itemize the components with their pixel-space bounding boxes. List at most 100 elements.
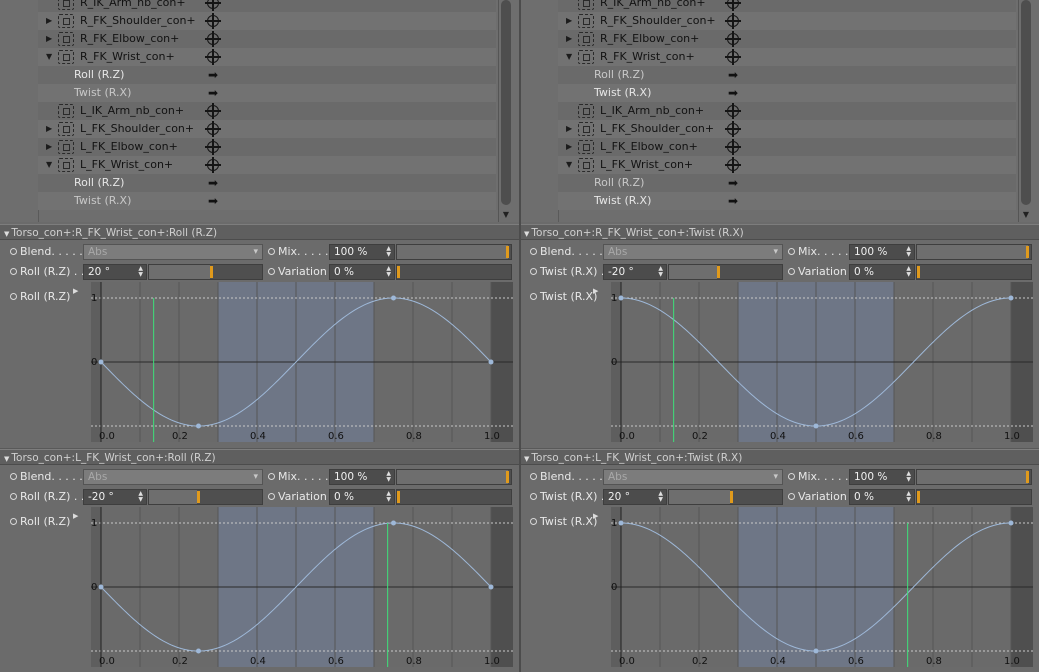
variation-slider[interactable] (396, 264, 512, 280)
tree-object-row[interactable]: ▼ R_FK_Wrist_con+ (558, 48, 1016, 66)
arrow-right-icon[interactable]: ➡ (728, 192, 738, 210)
tree-param-row[interactable]: Twist (R.X) ➡ (38, 192, 496, 210)
keyframe-dot-icon[interactable] (788, 248, 795, 255)
variation-slider[interactable] (916, 264, 1032, 280)
tree-object-row[interactable]: ▶ R_FK_Shoulder_con+ (38, 12, 496, 30)
param-value-field[interactable]: -20 ° ▲ ▼ (83, 489, 147, 505)
curve-graph[interactable]: 0.0 0.2 0.4 0.6 0.8 1.0 1 0 (611, 507, 1033, 667)
target-icon[interactable] (205, 157, 221, 173)
tree-object-row[interactable]: ▶ R_FK_Elbow_con+ (38, 30, 496, 48)
keyframe-dot-icon[interactable] (530, 493, 537, 500)
target-icon[interactable] (205, 49, 221, 65)
curve-graph[interactable]: 0.0 0.2 0.4 0.6 0.8 1.0 1 0 (91, 282, 513, 442)
slider-knob[interactable] (917, 266, 920, 278)
param-slider[interactable] (668, 489, 783, 505)
tree-param-row[interactable]: Twist (R.X) ➡ (558, 84, 1016, 102)
tree-object-row[interactable]: ▶ L_FK_Elbow_con+ (558, 138, 1016, 156)
tree-object-row[interactable]: ▶ R_FK_Elbow_con+ (558, 30, 1016, 48)
slider-knob[interactable] (506, 246, 509, 258)
curve-graph[interactable]: 0.0 0.2 0.4 0.6 0.8 1.0 1 0 (611, 282, 1033, 442)
scrollbar-right[interactable]: ▼ (1018, 0, 1032, 222)
tree-object-row[interactable]: R_IK_Arm_nb_con+ (558, 0, 1016, 12)
tree-object-row[interactable]: L_IK_Arm_nb_con+ (38, 102, 496, 120)
param-value-field[interactable]: 20 ° ▲ ▼ (603, 489, 667, 505)
scroll-thumb[interactable] (501, 0, 511, 205)
target-icon[interactable] (205, 139, 221, 155)
expand-arrow-icon[interactable]: ▶ (73, 512, 78, 520)
spinner-arrows-icon[interactable]: ▲ ▼ (906, 491, 911, 503)
param-value-field[interactable]: -20 ° ▲ ▼ (603, 264, 667, 280)
target-icon[interactable] (205, 0, 221, 11)
expand-arrow-icon[interactable]: ▶ (566, 12, 576, 30)
panel-header[interactable]: ▼ Torso_con+:L_FK_Wrist_con+:Roll (R.Z) (0, 449, 519, 465)
tree-object-row[interactable]: ▶ L_FK_Shoulder_con+ (558, 120, 1016, 138)
spinner-arrows-icon[interactable]: ▲ ▼ (658, 266, 663, 278)
keyframe-dot-icon[interactable] (530, 293, 537, 300)
keyframe-dot-icon[interactable] (10, 248, 17, 255)
expand-arrow-icon[interactable]: ▶ (566, 120, 576, 138)
param-slider[interactable] (148, 264, 263, 280)
slider-knob[interactable] (716, 266, 720, 278)
expand-arrow-icon[interactable]: ▶ (46, 30, 56, 48)
target-icon[interactable] (725, 121, 741, 137)
variation-field[interactable]: 0 % ▲ ▼ (849, 264, 915, 280)
variation-field[interactable]: 0 % ▲ ▼ (849, 489, 915, 505)
tree-object-row[interactable]: ▶ L_FK_Shoulder_con+ (38, 120, 496, 138)
expand-arrow-icon[interactable]: ▶ (46, 138, 56, 156)
arrow-right-icon[interactable]: ➡ (728, 174, 738, 192)
mix-slider[interactable] (396, 244, 512, 260)
collapse-arrow-icon[interactable]: ▼ (46, 48, 56, 66)
arrow-right-icon[interactable]: ➡ (208, 84, 218, 102)
param-value-field[interactable]: 20 ° ▲ ▼ (83, 264, 147, 280)
tree-object-row[interactable]: ▶ L_FK_Elbow_con+ (38, 138, 496, 156)
keyframe-dot-icon[interactable] (530, 248, 537, 255)
tree-param-row[interactable]: Twist (R.X) ➡ (38, 84, 496, 102)
mix-slider[interactable] (916, 469, 1032, 485)
expand-arrow-icon[interactable]: ▶ (46, 120, 56, 138)
keyframe-dot-icon[interactable] (10, 493, 17, 500)
collapse-arrow-icon[interactable]: ▼ (524, 230, 529, 238)
panel-header[interactable]: ▼ Torso_con+:L_FK_Wrist_con+:Twist (R.X) (520, 449, 1039, 465)
slider-knob[interactable] (917, 491, 920, 503)
keyframe-dot-icon[interactable] (10, 268, 17, 275)
arrow-right-icon[interactable]: ➡ (728, 66, 738, 84)
mix-field[interactable]: 100 % ▲ ▼ (849, 469, 915, 485)
target-icon[interactable] (725, 31, 741, 47)
blend-dropdown[interactable]: Abs (603, 244, 783, 260)
keyframe-dot-icon[interactable] (530, 473, 537, 480)
collapse-arrow-icon[interactable]: ▼ (4, 230, 9, 238)
spinner-arrows-icon[interactable]: ▲ ▼ (906, 246, 911, 258)
spinner-arrows-icon[interactable]: ▲ ▼ (138, 266, 143, 278)
keyframe-dot-icon[interactable] (788, 493, 795, 500)
target-icon[interactable] (725, 49, 741, 65)
target-icon[interactable] (725, 0, 741, 11)
target-icon[interactable] (725, 13, 741, 29)
keyframe-dot-icon[interactable] (268, 268, 275, 275)
panel-header[interactable]: ▼ Torso_con+:R_FK_Wrist_con+:Roll (R.Z) (0, 224, 519, 240)
param-slider[interactable] (148, 489, 263, 505)
slider-knob[interactable] (196, 491, 200, 503)
variation-field[interactable]: 0 % ▲ ▼ (329, 264, 395, 280)
target-icon[interactable] (725, 139, 741, 155)
arrow-right-icon[interactable]: ➡ (208, 192, 218, 210)
arrow-right-icon[interactable]: ➡ (728, 84, 738, 102)
tree-object-row[interactable]: ▶ R_FK_Shoulder_con+ (558, 12, 1016, 30)
arrow-right-icon[interactable]: ➡ (208, 66, 218, 84)
tree-object-row[interactable]: ▼ R_FK_Wrist_con+ (38, 48, 496, 66)
tree-param-row[interactable]: Roll (R.Z) ➡ (558, 174, 1016, 192)
collapse-arrow-icon[interactable]: ▼ (566, 156, 576, 174)
slider-knob[interactable] (506, 471, 509, 483)
mix-field[interactable]: 100 % ▲ ▼ (849, 244, 915, 260)
keyframe-dot-icon[interactable] (530, 518, 537, 525)
variation-slider[interactable] (396, 489, 512, 505)
scroll-down-arrow-icon[interactable]: ▼ (501, 210, 511, 220)
mix-slider[interactable] (396, 469, 512, 485)
mix-field[interactable]: 100 % ▲ ▼ (329, 469, 395, 485)
keyframe-dot-icon[interactable] (788, 473, 795, 480)
keyframe-dot-icon[interactable] (530, 268, 537, 275)
keyframe-dot-icon[interactable] (10, 293, 17, 300)
expand-arrow-icon[interactable]: ▶ (46, 12, 56, 30)
tree-param-row[interactable]: Roll (R.Z) ➡ (558, 66, 1016, 84)
target-icon[interactable] (725, 103, 741, 119)
spinner-arrows-icon[interactable]: ▲ ▼ (386, 266, 391, 278)
